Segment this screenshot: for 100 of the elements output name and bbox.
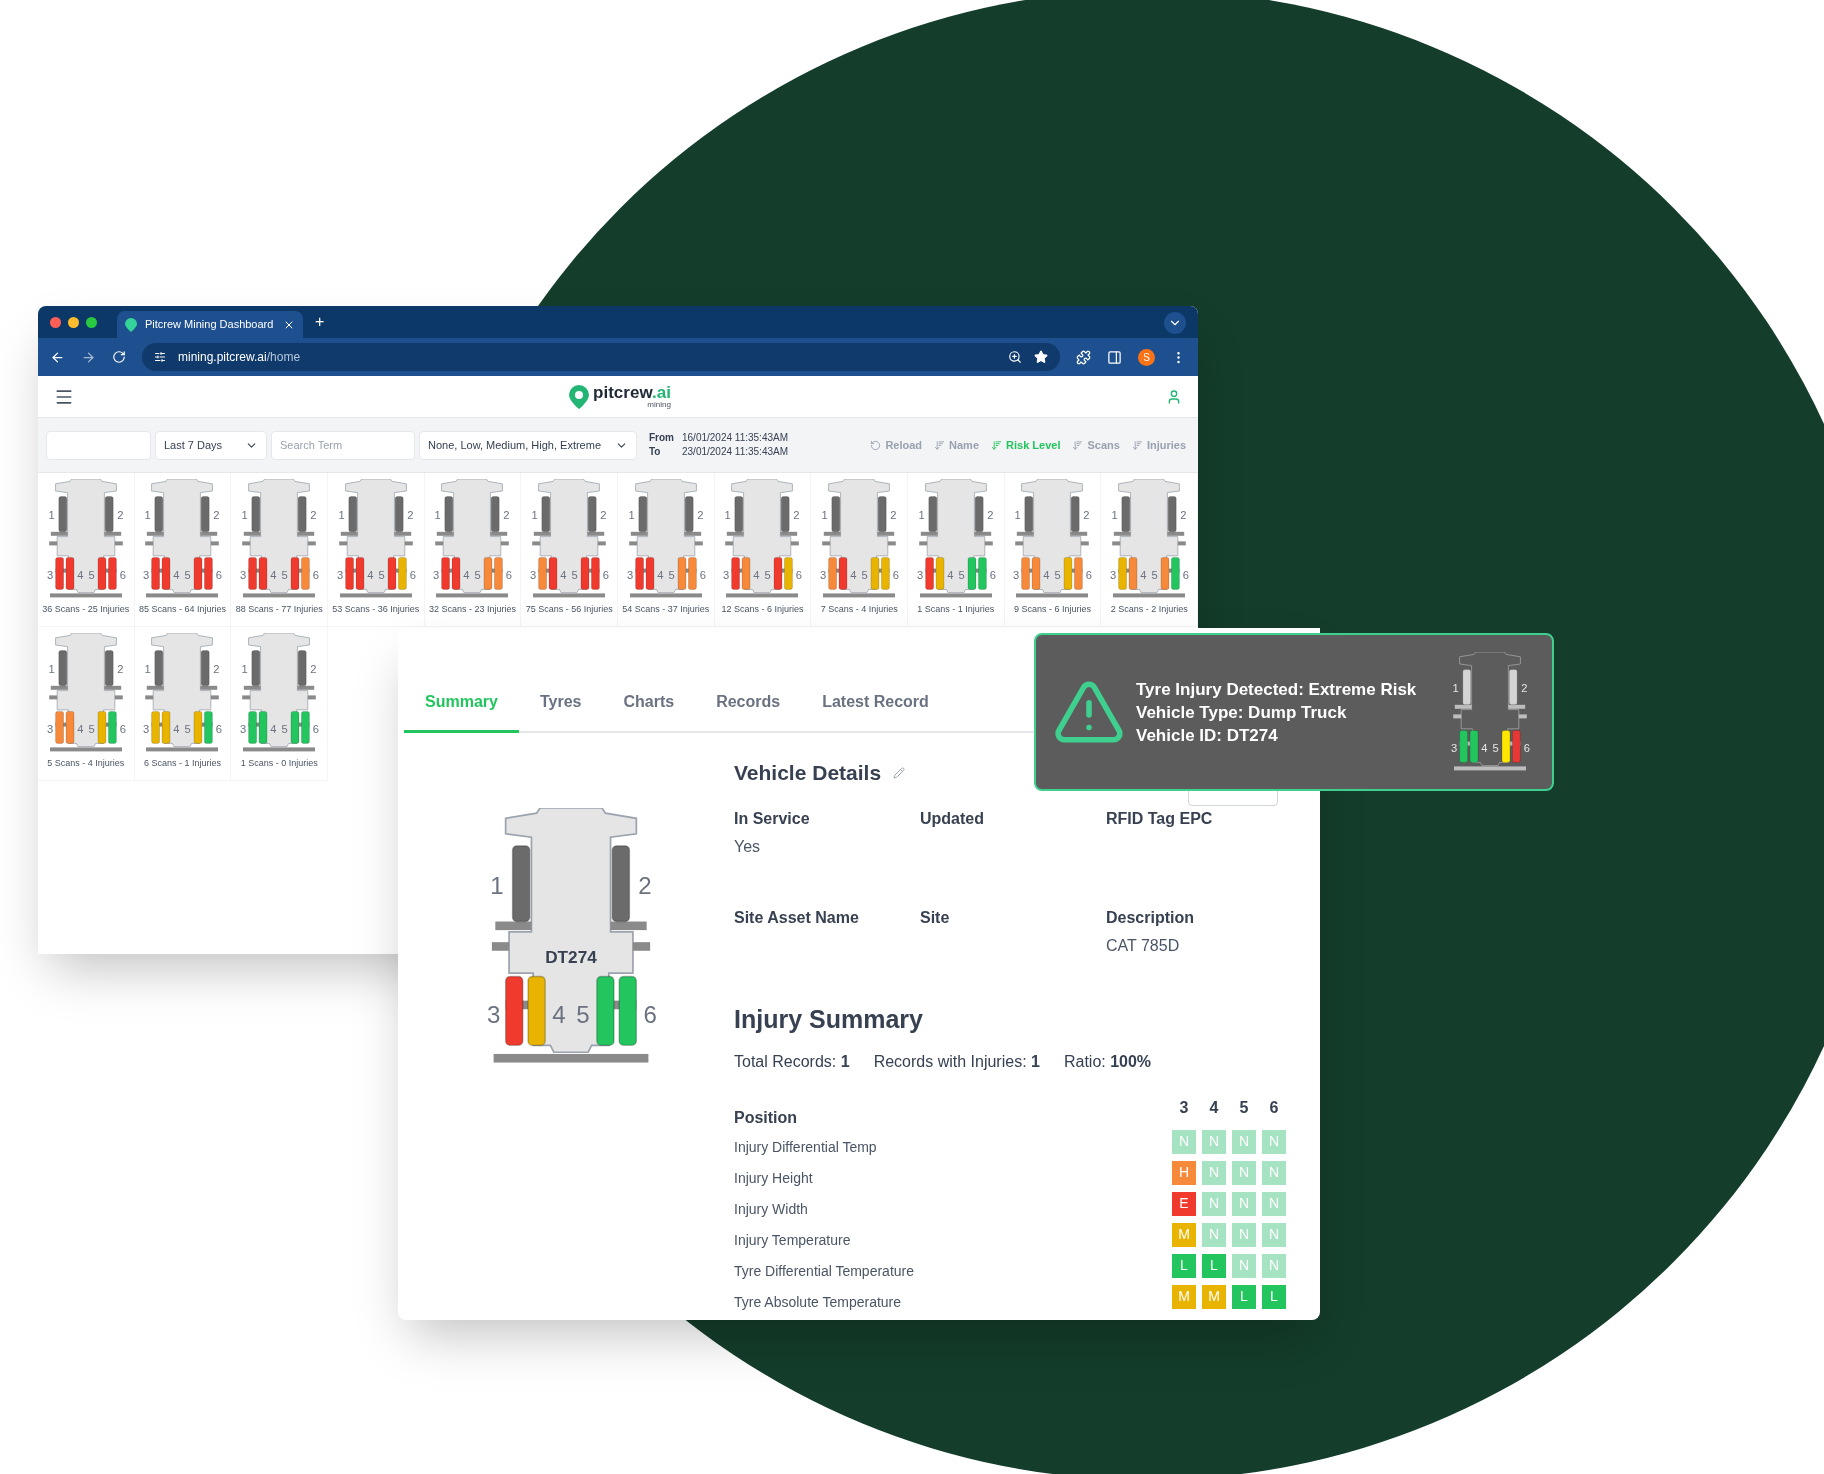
tyre-number: 2 bbox=[407, 509, 414, 521]
vehicle-card[interactable]: 1 2 3 4 5 6 32 Scans - 23 Injuries bbox=[424, 473, 522, 627]
tyre-number: 6 bbox=[312, 569, 320, 581]
sort-icon bbox=[934, 439, 946, 451]
brand-logo-text: pitcrew.ai bbox=[593, 384, 671, 401]
detail-tab[interactable]: Charts bbox=[602, 690, 696, 733]
summary-stat: Records with Injuries: 1 bbox=[873, 1052, 1040, 1072]
vehicle-card[interactable]: 1 2 3 4 5 6 53 Scans - 36 Injuries bbox=[328, 473, 425, 627]
vehicle-id: DT274 bbox=[545, 946, 597, 967]
bookmark-star-icon[interactable] bbox=[1034, 350, 1048, 364]
risk-level-dropdown[interactable]: None, Low, Medium, High, Extreme bbox=[419, 430, 637, 460]
summary-stat: Ratio: 100% bbox=[1063, 1052, 1152, 1072]
risk-code-cell: N bbox=[1262, 1222, 1286, 1247]
period-dropdown[interactable]: Last 7 Days bbox=[155, 430, 267, 460]
tyre-number: 3 bbox=[820, 569, 827, 581]
zoom-icon[interactable] bbox=[1008, 350, 1022, 364]
vehicle-card[interactable]: 1 2 3 4 5 6 7 Scans - 4 Injuries bbox=[811, 473, 908, 627]
scan-summary: 85 Scans - 64 Injuries bbox=[137, 603, 227, 616]
tyre-number: 3 bbox=[143, 723, 150, 735]
tyre-number: 2 bbox=[213, 509, 220, 521]
tyre-number: 2 bbox=[213, 663, 220, 675]
dropdown-value: Last 7 Days bbox=[164, 437, 223, 453]
site-logo-icon bbox=[125, 317, 137, 332]
risk-code-cell: E bbox=[1172, 1191, 1196, 1216]
position-header: 3 bbox=[1178, 1098, 1190, 1118]
address-bar[interactable]: mining.pitcrew.ai/home bbox=[142, 343, 1060, 371]
tyre-number: 6 bbox=[216, 569, 223, 581]
vehicle-card[interactable]: 1 2 3 4 5 6 75 Scans - 56 Injuries bbox=[521, 473, 618, 627]
tyre-number: 6 bbox=[119, 569, 126, 581]
vehicle-card[interactable]: 1 2 3 4 5 6 9 Scans - 6 Injuries bbox=[1004, 473, 1102, 627]
tyre-number: 4 bbox=[270, 723, 277, 735]
field-label: Site Asset Name bbox=[734, 907, 860, 928]
site-info-icon[interactable] bbox=[154, 351, 166, 363]
browser-tab[interactable]: Pitcrew Mining Dashboard bbox=[117, 311, 303, 338]
detail-tab[interactable]: Records bbox=[695, 690, 802, 733]
side-panel-icon[interactable] bbox=[1107, 349, 1122, 365]
tyre-number: 3 bbox=[46, 569, 53, 581]
back-icon[interactable] bbox=[50, 349, 65, 365]
risk-code-cell: M bbox=[1202, 1284, 1226, 1309]
vehicle-card[interactable]: 1 2 3 4 5 6 54 Scans - 37 Injuries bbox=[618, 473, 715, 627]
section-heading: Injury Summary bbox=[734, 1003, 924, 1035]
detail-tab[interactable]: Latest Record bbox=[801, 690, 950, 733]
user-icon[interactable] bbox=[1166, 388, 1182, 405]
vehicle-card[interactable]: 1 2 3 4 5 6 5 Scans - 4 Injuries bbox=[38, 627, 135, 781]
tyre-number: 1 bbox=[144, 663, 152, 675]
tyre-number: 2 bbox=[117, 509, 124, 521]
extensions-icon[interactable] bbox=[1076, 349, 1091, 365]
field-label: Updated bbox=[920, 808, 985, 829]
tyre-number: 3 bbox=[433, 569, 440, 581]
scan-summary: 5 Scans - 4 Injuries bbox=[46, 757, 126, 770]
risk-code-cell: H bbox=[1172, 1160, 1196, 1185]
tyre-number: 1 bbox=[338, 509, 345, 521]
tyre-number: 5 bbox=[281, 569, 288, 581]
tyre-number: 6 bbox=[643, 1001, 657, 1028]
scan-summary: 7 Scans - 4 Injuries bbox=[819, 603, 899, 616]
from-date: 16/01/2024 11:35:43AM bbox=[682, 431, 788, 445]
vehicle-card[interactable]: 1 2 3 4 5 6 85 Scans - 64 Injuries bbox=[134, 473, 232, 627]
tyre-number: 4 bbox=[77, 569, 84, 581]
vehicle-card[interactable]: 1 2 3 4 5 6 2 Scans - 2 Injuries bbox=[1101, 473, 1198, 627]
vehicle-card[interactable]: 1 2 3 4 5 6 1 Scans - 1 Injuries bbox=[908, 473, 1005, 627]
vehicle-card[interactable]: 1 2 3 4 5 6 1 Scans - 0 Injuries bbox=[231, 627, 328, 781]
vehicle-card[interactable]: 1 2 3 4 5 6 88 Scans - 77 Injuries bbox=[231, 473, 328, 627]
search-field[interactable]: Search Term bbox=[271, 430, 415, 460]
risk-code-cell: L bbox=[1232, 1284, 1256, 1309]
scan-summary: 1 Scans - 0 Injuries bbox=[239, 757, 319, 770]
brand-logo-icon bbox=[569, 384, 590, 409]
sort-icon bbox=[1072, 439, 1084, 451]
tab-search-button[interactable] bbox=[1164, 312, 1186, 334]
edit-icon[interactable] bbox=[893, 766, 906, 779]
tyre-number: 5 bbox=[576, 1001, 590, 1028]
tyre-number: 5 bbox=[1492, 742, 1499, 754]
tyre-number: 6 bbox=[602, 569, 610, 581]
tyre-number: 6 bbox=[119, 723, 126, 735]
new-tab-button[interactable]: + bbox=[311, 306, 329, 338]
vehicle-card[interactable]: 1 2 3 4 5 6 36 Scans - 25 Injuries bbox=[38, 473, 135, 627]
tyre-number: 1 bbox=[628, 509, 635, 521]
detail-tab[interactable]: Tyres bbox=[518, 690, 603, 733]
risk-code-cell: N bbox=[1202, 1191, 1226, 1216]
risk-code-cell: N bbox=[1232, 1222, 1256, 1247]
tyre-number: 6 bbox=[796, 569, 803, 581]
tyre-number: 4 bbox=[753, 569, 760, 581]
tyre-number: 4 bbox=[850, 569, 857, 581]
vehicle-card[interactable]: 1 2 3 4 5 6 6 Scans - 1 Injuries bbox=[134, 627, 232, 781]
scan-summary: 88 Scans - 77 Injuries bbox=[234, 603, 324, 616]
text-field[interactable] bbox=[46, 430, 151, 460]
risk-code-cell: M bbox=[1172, 1284, 1196, 1309]
tyre-number: 1 bbox=[241, 509, 248, 521]
reload-icon[interactable] bbox=[112, 350, 126, 364]
tyre-number: 2 bbox=[697, 509, 704, 521]
tyre-number: 5 bbox=[1054, 569, 1062, 581]
vehicle-card[interactable]: 1 2 3 4 5 6 12 Scans - 6 Injuries bbox=[714, 473, 812, 627]
tyre-number: 4 bbox=[173, 569, 180, 581]
tyre-number: 3 bbox=[723, 569, 730, 581]
tyre-number: 3 bbox=[486, 1001, 501, 1028]
tyre-number: 5 bbox=[668, 569, 675, 581]
forward-icon[interactable] bbox=[81, 349, 96, 365]
tyre-number: 5 bbox=[958, 569, 965, 581]
tyre-number: 5 bbox=[474, 569, 482, 581]
to-date: 23/01/2024 11:35:43AM bbox=[682, 445, 788, 459]
tyre-number: 3 bbox=[530, 569, 537, 581]
